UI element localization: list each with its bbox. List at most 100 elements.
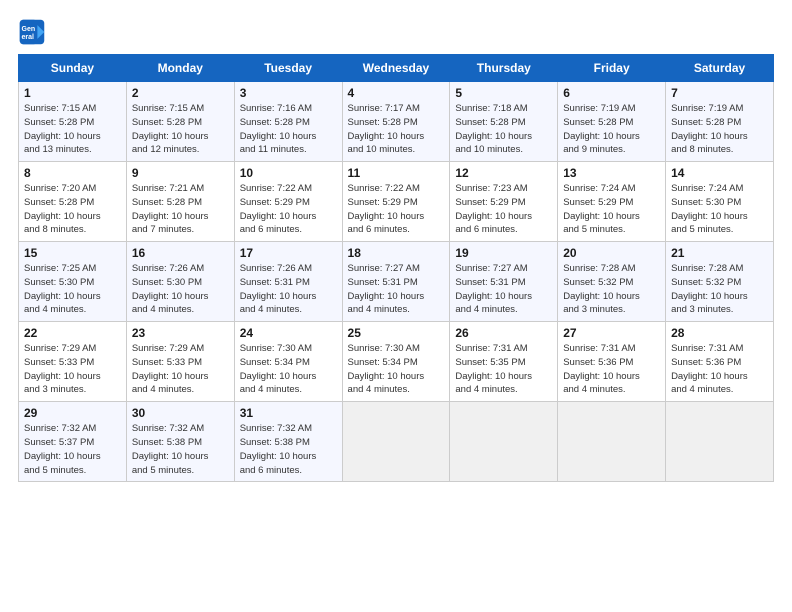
day-info: Sunrise: 7:26 AMSunset: 5:31 PMDaylight:… [240,262,337,317]
calendar-cell: 6 Sunrise: 7:19 AMSunset: 5:28 PMDaylight… [558,82,666,162]
calendar-cell: 30 Sunrise: 7:32 AMSunset: 5:38 PMDayligh… [126,402,234,482]
day-number: 18 [348,246,445,260]
day-number: 1 [24,86,121,100]
day-info: Sunrise: 7:23 AMSunset: 5:29 PMDaylight:… [455,182,552,237]
calendar-cell: 1 Sunrise: 7:15 AMSunset: 5:28 PMDaylight… [19,82,127,162]
calendar-cell: 25Sunrise: 7:30 AMSunset: 5:34 PMDayligh… [342,322,450,402]
calendar-cell: 16Sunrise: 7:26 AMSunset: 5:30 PMDayligh… [126,242,234,322]
day-info: Sunrise: 7:27 AMSunset: 5:31 PMDaylight:… [348,262,445,317]
day-number: 19 [455,246,552,260]
calendar-cell: 15 Sunrise: 7:25 AMSunset: 5:30 PMDayligh… [19,242,127,322]
day-number: 2 [132,86,229,100]
day-number: 30 [132,406,229,420]
day-number: 3 [240,86,337,100]
day-number: 16 [132,246,229,260]
calendar: SundayMondayTuesdayWednesdayThursdayFrid… [18,54,774,482]
svg-text:Gen: Gen [22,26,36,33]
day-info: Sunrise: 7:29 AMSunset: 5:33 PMDaylight:… [132,342,229,397]
day-number: 29 [24,406,121,420]
calendar-cell: 3 Sunrise: 7:16 AMSunset: 5:28 PMDaylight… [234,82,342,162]
day-info: Sunrise: 7:31 AMSunset: 5:36 PMDaylight:… [671,342,768,397]
day-number: 24 [240,326,337,340]
calendar-cell: 27 Sunrise: 7:31 AMSunset: 5:36 PMDayligh… [558,322,666,402]
day-number: 5 [455,86,552,100]
day-info: Sunrise: 7:32 AMSunset: 5:38 PMDaylight:… [132,422,229,477]
calendar-cell: 10 Sunrise: 7:22 AMSunset: 5:29 PMDayligh… [234,162,342,242]
calendar-cell: 22Sunrise: 7:29 AMSunset: 5:33 PMDayligh… [19,322,127,402]
calendar-cell [450,402,558,482]
day-info: Sunrise: 7:15 AMSunset: 5:28 PMDaylight:… [24,102,121,157]
calendar-cell: 8 Sunrise: 7:20 AMSunset: 5:28 PMDaylight… [19,162,127,242]
day-info: Sunrise: 7:25 AMSunset: 5:30 PMDaylight:… [24,262,121,317]
day-info: Sunrise: 7:19 AMSunset: 5:28 PMDaylight:… [563,102,660,157]
day-number: 6 [563,86,660,100]
day-number: 10 [240,166,337,180]
calendar-cell: 18 Sunrise: 7:27 AMSunset: 5:31 PMDayligh… [342,242,450,322]
day-info: Sunrise: 7:32 AMSunset: 5:37 PMDaylight:… [24,422,121,477]
calendar-cell: 4 Sunrise: 7:17 AMSunset: 5:28 PMDaylight… [342,82,450,162]
calendar-cell: 24 Sunrise: 7:30 AMSunset: 5:34 PMDayligh… [234,322,342,402]
calendar-cell: 20 Sunrise: 7:28 AMSunset: 5:32 PMDayligh… [558,242,666,322]
day-info: Sunrise: 7:24 AMSunset: 5:30 PMDaylight:… [671,182,768,237]
calendar-header: SundayMondayTuesdayWednesdayThursdayFrid… [19,55,774,82]
calendar-cell [342,402,450,482]
weekday-header: Saturday [666,55,774,82]
day-number: 31 [240,406,337,420]
day-number: 8 [24,166,121,180]
calendar-cell: 17 Sunrise: 7:26 AMSunset: 5:31 PMDayligh… [234,242,342,322]
day-info: Sunrise: 7:32 AMSunset: 5:38 PMDaylight:… [240,422,337,477]
day-info: Sunrise: 7:19 AMSunset: 5:28 PMDaylight:… [671,102,768,157]
svg-text:eral: eral [22,34,35,41]
day-number: 17 [240,246,337,260]
logo-icon: Gen eral [18,18,46,46]
calendar-cell: 26 Sunrise: 7:31 AMSunset: 5:35 PMDayligh… [450,322,558,402]
logo: Gen eral [18,18,50,46]
calendar-cell [558,402,666,482]
day-info: Sunrise: 7:18 AMSunset: 5:28 PMDaylight:… [455,102,552,157]
day-info: Sunrise: 7:27 AMSunset: 5:31 PMDaylight:… [455,262,552,317]
weekday-header: Sunday [19,55,127,82]
weekday-header: Friday [558,55,666,82]
day-info: Sunrise: 7:28 AMSunset: 5:32 PMDaylight:… [563,262,660,317]
day-info: Sunrise: 7:15 AMSunset: 5:28 PMDaylight:… [132,102,229,157]
day-number: 25 [348,326,445,340]
calendar-cell: 19 Sunrise: 7:27 AMSunset: 5:31 PMDayligh… [450,242,558,322]
calendar-cell: 31 Sunrise: 7:32 AMSunset: 5:38 PMDayligh… [234,402,342,482]
weekday-header: Thursday [450,55,558,82]
day-info: Sunrise: 7:30 AMSunset: 5:34 PMDaylight:… [240,342,337,397]
day-info: Sunrise: 7:29 AMSunset: 5:33 PMDaylight:… [24,342,121,397]
day-number: 21 [671,246,768,260]
day-info: Sunrise: 7:28 AMSunset: 5:32 PMDaylight:… [671,262,768,317]
calendar-cell: 21 Sunrise: 7:28 AMSunset: 5:32 PMDayligh… [666,242,774,322]
day-info: Sunrise: 7:20 AMSunset: 5:28 PMDaylight:… [24,182,121,237]
day-number: 27 [563,326,660,340]
day-info: Sunrise: 7:22 AMSunset: 5:29 PMDaylight:… [348,182,445,237]
day-number: 26 [455,326,552,340]
calendar-cell: 29 Sunrise: 7:32 AMSunset: 5:37 PMDayligh… [19,402,127,482]
day-number: 4 [348,86,445,100]
calendar-cell: 2 Sunrise: 7:15 AMSunset: 5:28 PMDaylight… [126,82,234,162]
day-number: 20 [563,246,660,260]
day-info: Sunrise: 7:31 AMSunset: 5:36 PMDaylight:… [563,342,660,397]
day-number: 7 [671,86,768,100]
calendar-cell: 23 Sunrise: 7:29 AMSunset: 5:33 PMDayligh… [126,322,234,402]
day-number: 23 [132,326,229,340]
day-info: Sunrise: 7:16 AMSunset: 5:28 PMDaylight:… [240,102,337,157]
weekday-header: Wednesday [342,55,450,82]
calendar-cell [666,402,774,482]
day-number: 11 [348,166,445,180]
calendar-cell: 5 Sunrise: 7:18 AMSunset: 5:28 PMDaylight… [450,82,558,162]
day-info: Sunrise: 7:24 AMSunset: 5:29 PMDaylight:… [563,182,660,237]
day-info: Sunrise: 7:22 AMSunset: 5:29 PMDaylight:… [240,182,337,237]
day-info: Sunrise: 7:21 AMSunset: 5:28 PMDaylight:… [132,182,229,237]
day-number: 14 [671,166,768,180]
weekday-header: Tuesday [234,55,342,82]
day-number: 28 [671,326,768,340]
calendar-cell: 14 Sunrise: 7:24 AMSunset: 5:30 PMDayligh… [666,162,774,242]
day-info: Sunrise: 7:31 AMSunset: 5:35 PMDaylight:… [455,342,552,397]
day-number: 15 [24,246,121,260]
day-info: Sunrise: 7:17 AMSunset: 5:28 PMDaylight:… [348,102,445,157]
weekday-header: Monday [126,55,234,82]
calendar-cell: 11 Sunrise: 7:22 AMSunset: 5:29 PMDayligh… [342,162,450,242]
calendar-cell: 9Sunrise: 7:21 AMSunset: 5:28 PMDaylight… [126,162,234,242]
